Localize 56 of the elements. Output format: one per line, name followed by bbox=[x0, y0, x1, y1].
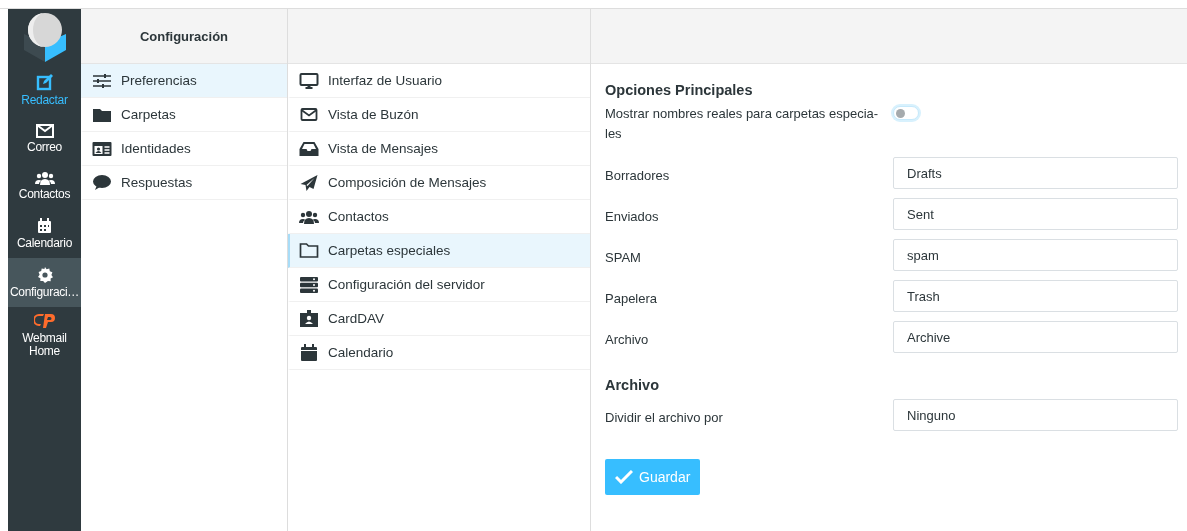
edit-icon bbox=[35, 73, 54, 91]
calendar-icon bbox=[299, 344, 319, 361]
toggle-switch[interactable] bbox=[893, 106, 919, 120]
folder-icon bbox=[92, 107, 112, 122]
settings-item[interactable]: Identidades bbox=[81, 132, 287, 166]
settings-item[interactable]: Composición de Mensajes bbox=[288, 166, 590, 200]
field-label: Papelera bbox=[605, 290, 659, 308]
paper-plane-icon bbox=[299, 174, 319, 191]
folder-icon bbox=[299, 243, 319, 258]
field-label: Mostrar nombres reales para carpetas especia-les bbox=[605, 105, 880, 143]
field-label: SPAM bbox=[605, 249, 642, 267]
settings-item[interactable]: Respuestas bbox=[81, 166, 287, 200]
calendar-icon bbox=[37, 218, 52, 234]
input-field[interactable]: Trash bbox=[893, 280, 1178, 312]
envelope-icon bbox=[299, 108, 319, 121]
sliders-icon bbox=[92, 73, 112, 88]
settings-item[interactable]: CardDAV bbox=[288, 302, 590, 336]
settings-item[interactable]: Interfaz de Usuario bbox=[288, 64, 590, 98]
section-title: Opciones Principales bbox=[605, 82, 754, 98]
people-icon bbox=[34, 171, 55, 185]
nav-item[interactable]: Redactar bbox=[8, 64, 81, 115]
people-icon bbox=[299, 209, 319, 224]
field-label: Enviados bbox=[605, 208, 660, 226]
settings-item[interactable]: Vista de Mensajes bbox=[288, 132, 590, 166]
nav-item[interactable]: Contactos bbox=[8, 162, 81, 209]
input-field[interactable]: spam bbox=[893, 239, 1178, 271]
inbox-icon bbox=[299, 141, 319, 156]
cpanel-logo-icon bbox=[33, 313, 56, 329]
nav-item[interactable]: Correo bbox=[8, 115, 81, 162]
id-card-icon bbox=[92, 141, 112, 156]
input-field[interactable]: Sent bbox=[893, 198, 1178, 230]
settings-item[interactable]: Configuración del servidor bbox=[288, 268, 590, 302]
panel-title: Configuración bbox=[139, 28, 229, 44]
input-field[interactable]: Ninguno bbox=[893, 399, 1178, 431]
input-field[interactable]: Drafts bbox=[893, 157, 1178, 189]
field-label: Archivo bbox=[605, 331, 650, 349]
nav-item[interactable]: Webmail Home bbox=[8, 307, 81, 366]
field-label: Borradores bbox=[605, 167, 671, 185]
speech-bubble-icon bbox=[92, 175, 112, 190]
logo-icon bbox=[21, 11, 68, 62]
settings-item[interactable]: Vista de Buzón bbox=[288, 98, 590, 132]
settings-item[interactable]: Calendario bbox=[288, 336, 590, 370]
monitor-icon bbox=[299, 72, 319, 89]
section-title: Archivo bbox=[605, 377, 660, 393]
server-icon bbox=[299, 276, 319, 293]
settings-item[interactable]: Carpetas especiales bbox=[288, 234, 590, 268]
settings-item[interactable]: Carpetas bbox=[81, 98, 287, 132]
settings-icon bbox=[36, 267, 53, 283]
nav-item[interactable]: Configuraci… bbox=[8, 258, 81, 307]
settings-item[interactable]: Preferencias bbox=[81, 64, 287, 98]
envelope-icon bbox=[35, 124, 54, 138]
input-field[interactable]: Archive bbox=[893, 321, 1178, 353]
checkmark-icon bbox=[615, 470, 633, 484]
field-label: Dividir el archivo por bbox=[605, 409, 724, 427]
badge-icon bbox=[299, 310, 319, 327]
nav-item[interactable]: Calendario bbox=[8, 209, 81, 258]
